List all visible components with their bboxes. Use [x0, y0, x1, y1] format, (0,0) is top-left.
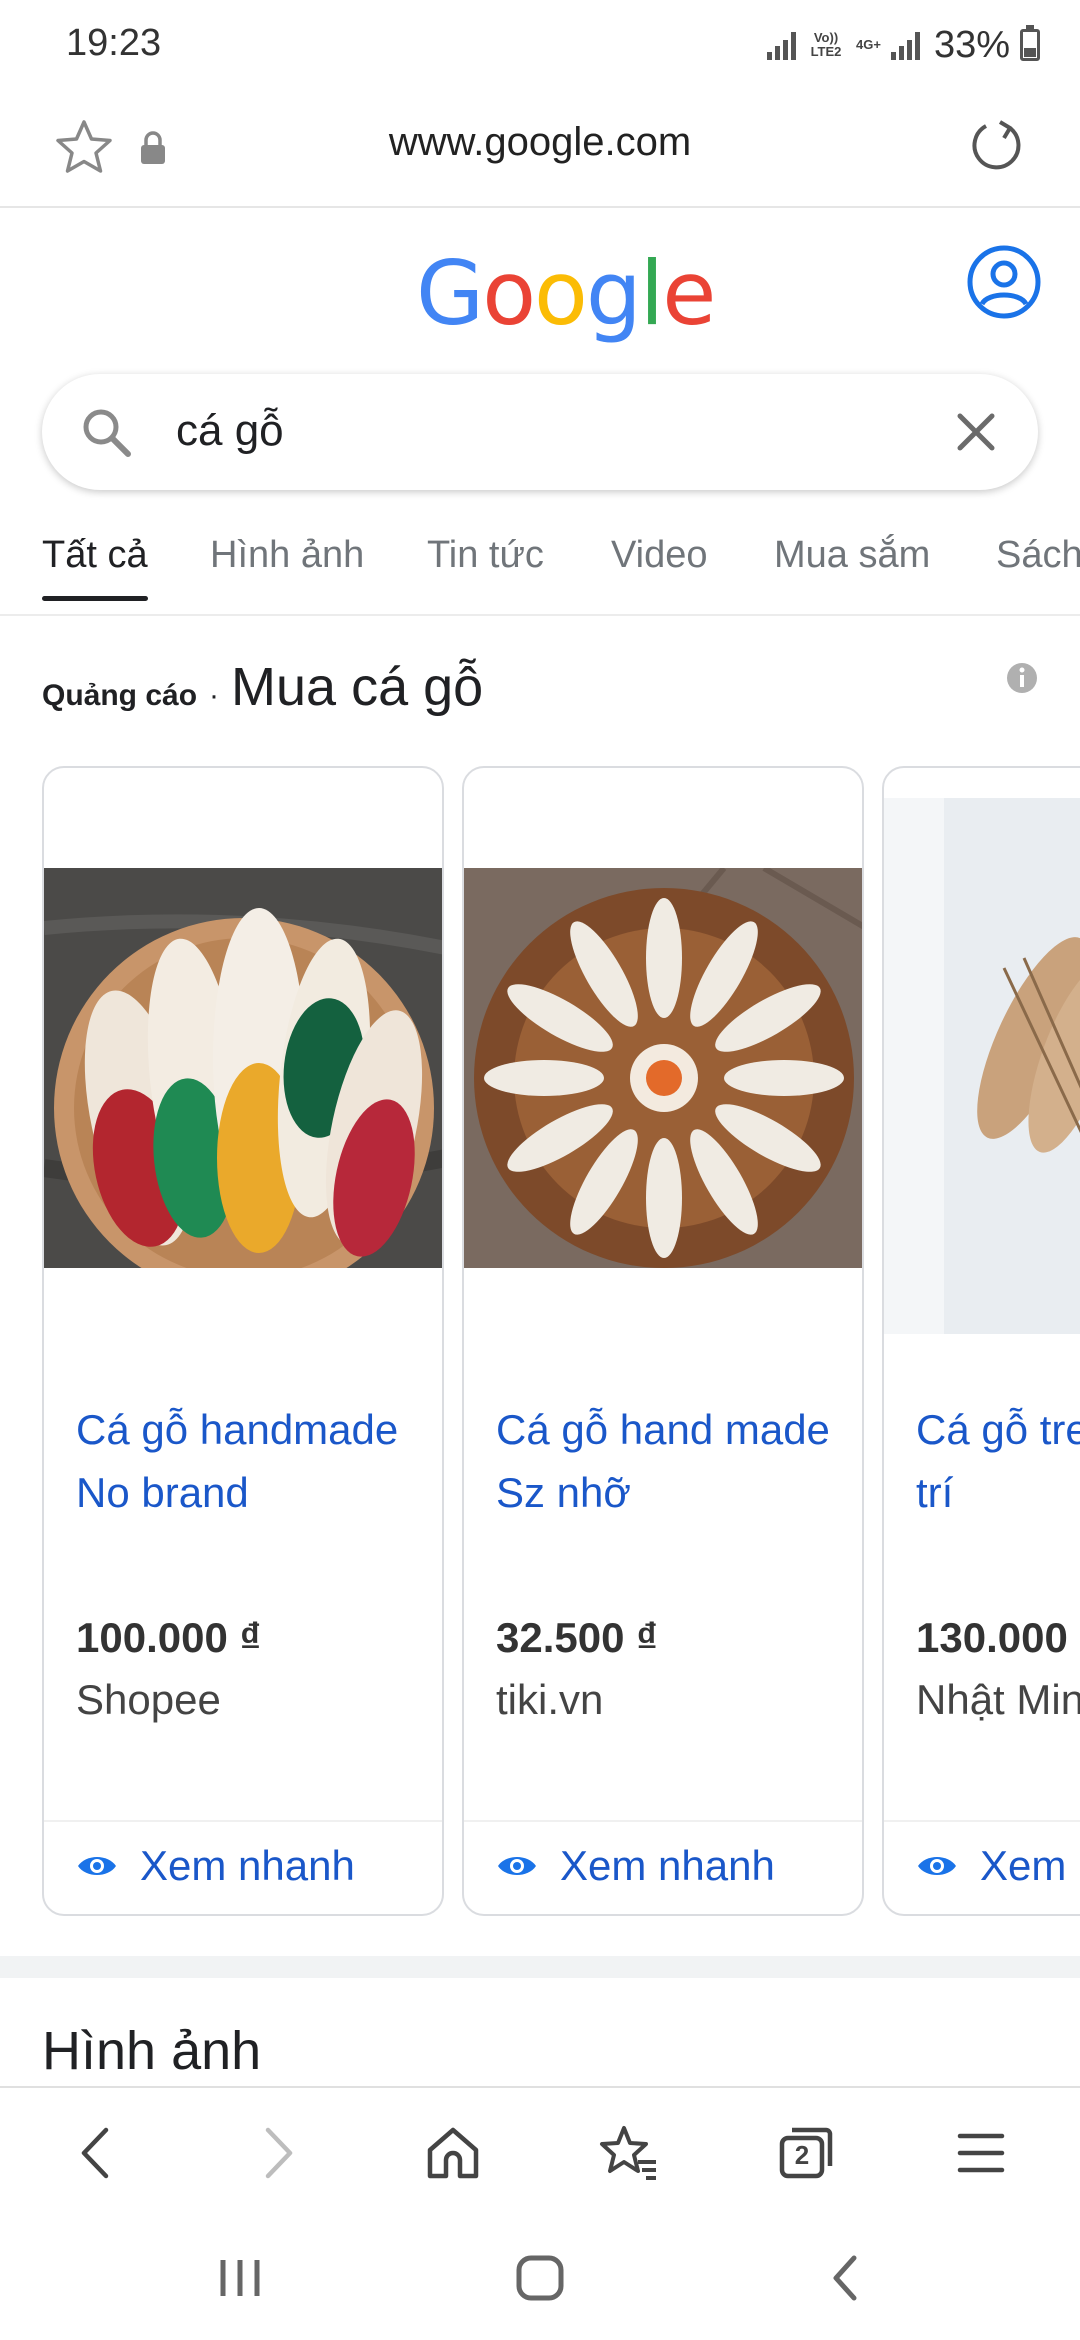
google-logo-letter: l	[639, 242, 664, 345]
tab-books[interactable]: Sách	[996, 534, 1080, 577]
search-tabs: Tất cả Hình ảnh Tin tức Video Mua sắm Sá…	[0, 520, 1080, 616]
product-card[interactable]: Cá gỗ hand made Sz nhỡ 32.500 ₫ tiki.vn …	[462, 766, 864, 1916]
product-image[interactable]	[464, 868, 862, 1268]
google-logo[interactable]: Google	[416, 242, 716, 345]
info-icon[interactable]	[1004, 660, 1040, 696]
home-icon[interactable]	[418, 2118, 488, 2188]
google-logo-letter: o	[482, 242, 536, 345]
quick-view-button[interactable]: Xem nhanh	[76, 1842, 355, 1890]
google-logo-letter: o	[534, 242, 588, 345]
signal-icon	[767, 30, 796, 60]
back-icon[interactable]	[810, 2246, 880, 2310]
android-nav-bar	[0, 2216, 1080, 2340]
product-seller: Shopee	[76, 1676, 221, 1723]
quick-view-label: Xem nhanh	[140, 1842, 355, 1889]
volte-label: Vo)) LTE2	[810, 30, 842, 59]
tab-news[interactable]: Tin tức	[427, 534, 544, 577]
product-image[interactable]	[884, 798, 1080, 1334]
quick-view-label: Xem nhanh	[980, 1842, 1080, 1889]
network-4g-label: 4G+	[856, 37, 881, 52]
battery-icon	[1020, 25, 1040, 61]
status-time: 19:23	[66, 22, 162, 64]
google-logo-letter: G	[416, 242, 484, 345]
quick-view-label: Xem nhanh	[560, 1842, 775, 1889]
product-seller: Nhật Minh	[916, 1676, 1080, 1723]
search-icon[interactable]	[78, 404, 134, 460]
card-footer: Xem nhanh	[884, 1820, 1080, 1914]
product-card[interactable]: Cá gỗ treo trang trí 130.000 ₫ Nhật Minh…	[882, 766, 1080, 1916]
search-input[interactable]: cá gỗ	[176, 406, 284, 456]
ads-header: Quảng cáo · Mua cá gỗ	[42, 656, 483, 726]
product-price: 32.500 ₫	[496, 1614, 658, 1661]
account-circle-icon[interactable]	[966, 244, 1042, 320]
product-carousel[interactable]: Cá gỗ handmade No brand 100.000 ₫ Shopee…	[0, 766, 1080, 1916]
quick-view-button[interactable]: Xem nhanh	[916, 1842, 1080, 1890]
ads-separator: ·	[209, 679, 220, 712]
menu-icon[interactable]	[946, 2118, 1016, 2188]
browser-toolbar: 2	[0, 2086, 1080, 2216]
product-price: 100.000 ₫	[76, 1614, 262, 1661]
back-icon[interactable]	[62, 2118, 132, 2188]
tab-shopping[interactable]: Mua sắm	[774, 534, 930, 577]
url-text[interactable]: www.google.com	[0, 120, 1080, 165]
section-divider	[0, 1956, 1080, 1978]
url-bar: www.google.com	[0, 90, 1080, 208]
product-title[interactable]: Cá gỗ hand made Sz nhỡ	[496, 1398, 842, 1524]
google-logo-letter: g	[585, 242, 642, 345]
product-title[interactable]: Cá gỗ treo trang trí	[916, 1398, 1080, 1524]
tab-count: 2	[794, 2140, 810, 2170]
tab-video[interactable]: Video	[611, 534, 708, 577]
recents-icon[interactable]	[205, 2246, 275, 2310]
close-icon[interactable]	[948, 404, 1004, 460]
card-footer: Xem nhanh	[464, 1820, 862, 1914]
status-indicators: Vo)) LTE2 4G+ 33%	[767, 22, 1040, 68]
card-footer: Xem nhanh	[44, 1820, 442, 1914]
product-price: 130.000 ₫	[916, 1614, 1080, 1661]
reload-icon[interactable]	[964, 114, 1028, 178]
eye-icon	[498, 1857, 536, 1875]
eye-icon	[78, 1857, 116, 1875]
forward-icon[interactable]	[242, 2118, 312, 2188]
home-icon[interactable]	[505, 2246, 575, 2310]
product-title[interactable]: Cá gỗ handmade No brand	[76, 1398, 422, 1524]
tab-images[interactable]: Hình ảnh	[210, 534, 364, 577]
signal-icon-2	[890, 30, 920, 60]
bookmarks-icon[interactable]	[594, 2118, 664, 2188]
product-card[interactable]: Cá gỗ handmade No brand 100.000 ₫ Shopee…	[42, 766, 444, 1916]
quick-view-button[interactable]: Xem nhanh	[496, 1842, 775, 1890]
tabs-button[interactable]: 2	[770, 2118, 840, 2188]
search-box[interactable]: cá gỗ	[42, 374, 1038, 490]
google-logo-letter: e	[662, 242, 716, 345]
battery-percent: 33%	[933, 23, 1010, 66]
images-section-heading: Hình ảnh	[42, 2021, 262, 2081]
status-bar: 19:23 Vo)) LTE2 4G+ 33%	[0, 0, 1080, 90]
eye-icon	[918, 1857, 956, 1875]
ads-title: Mua cá gỗ	[231, 657, 484, 717]
product-seller: tiki.vn	[496, 1676, 604, 1723]
ads-label: Quảng cáo	[42, 679, 198, 712]
product-image[interactable]	[44, 868, 442, 1268]
tab-all[interactable]: Tất cả	[42, 534, 148, 601]
